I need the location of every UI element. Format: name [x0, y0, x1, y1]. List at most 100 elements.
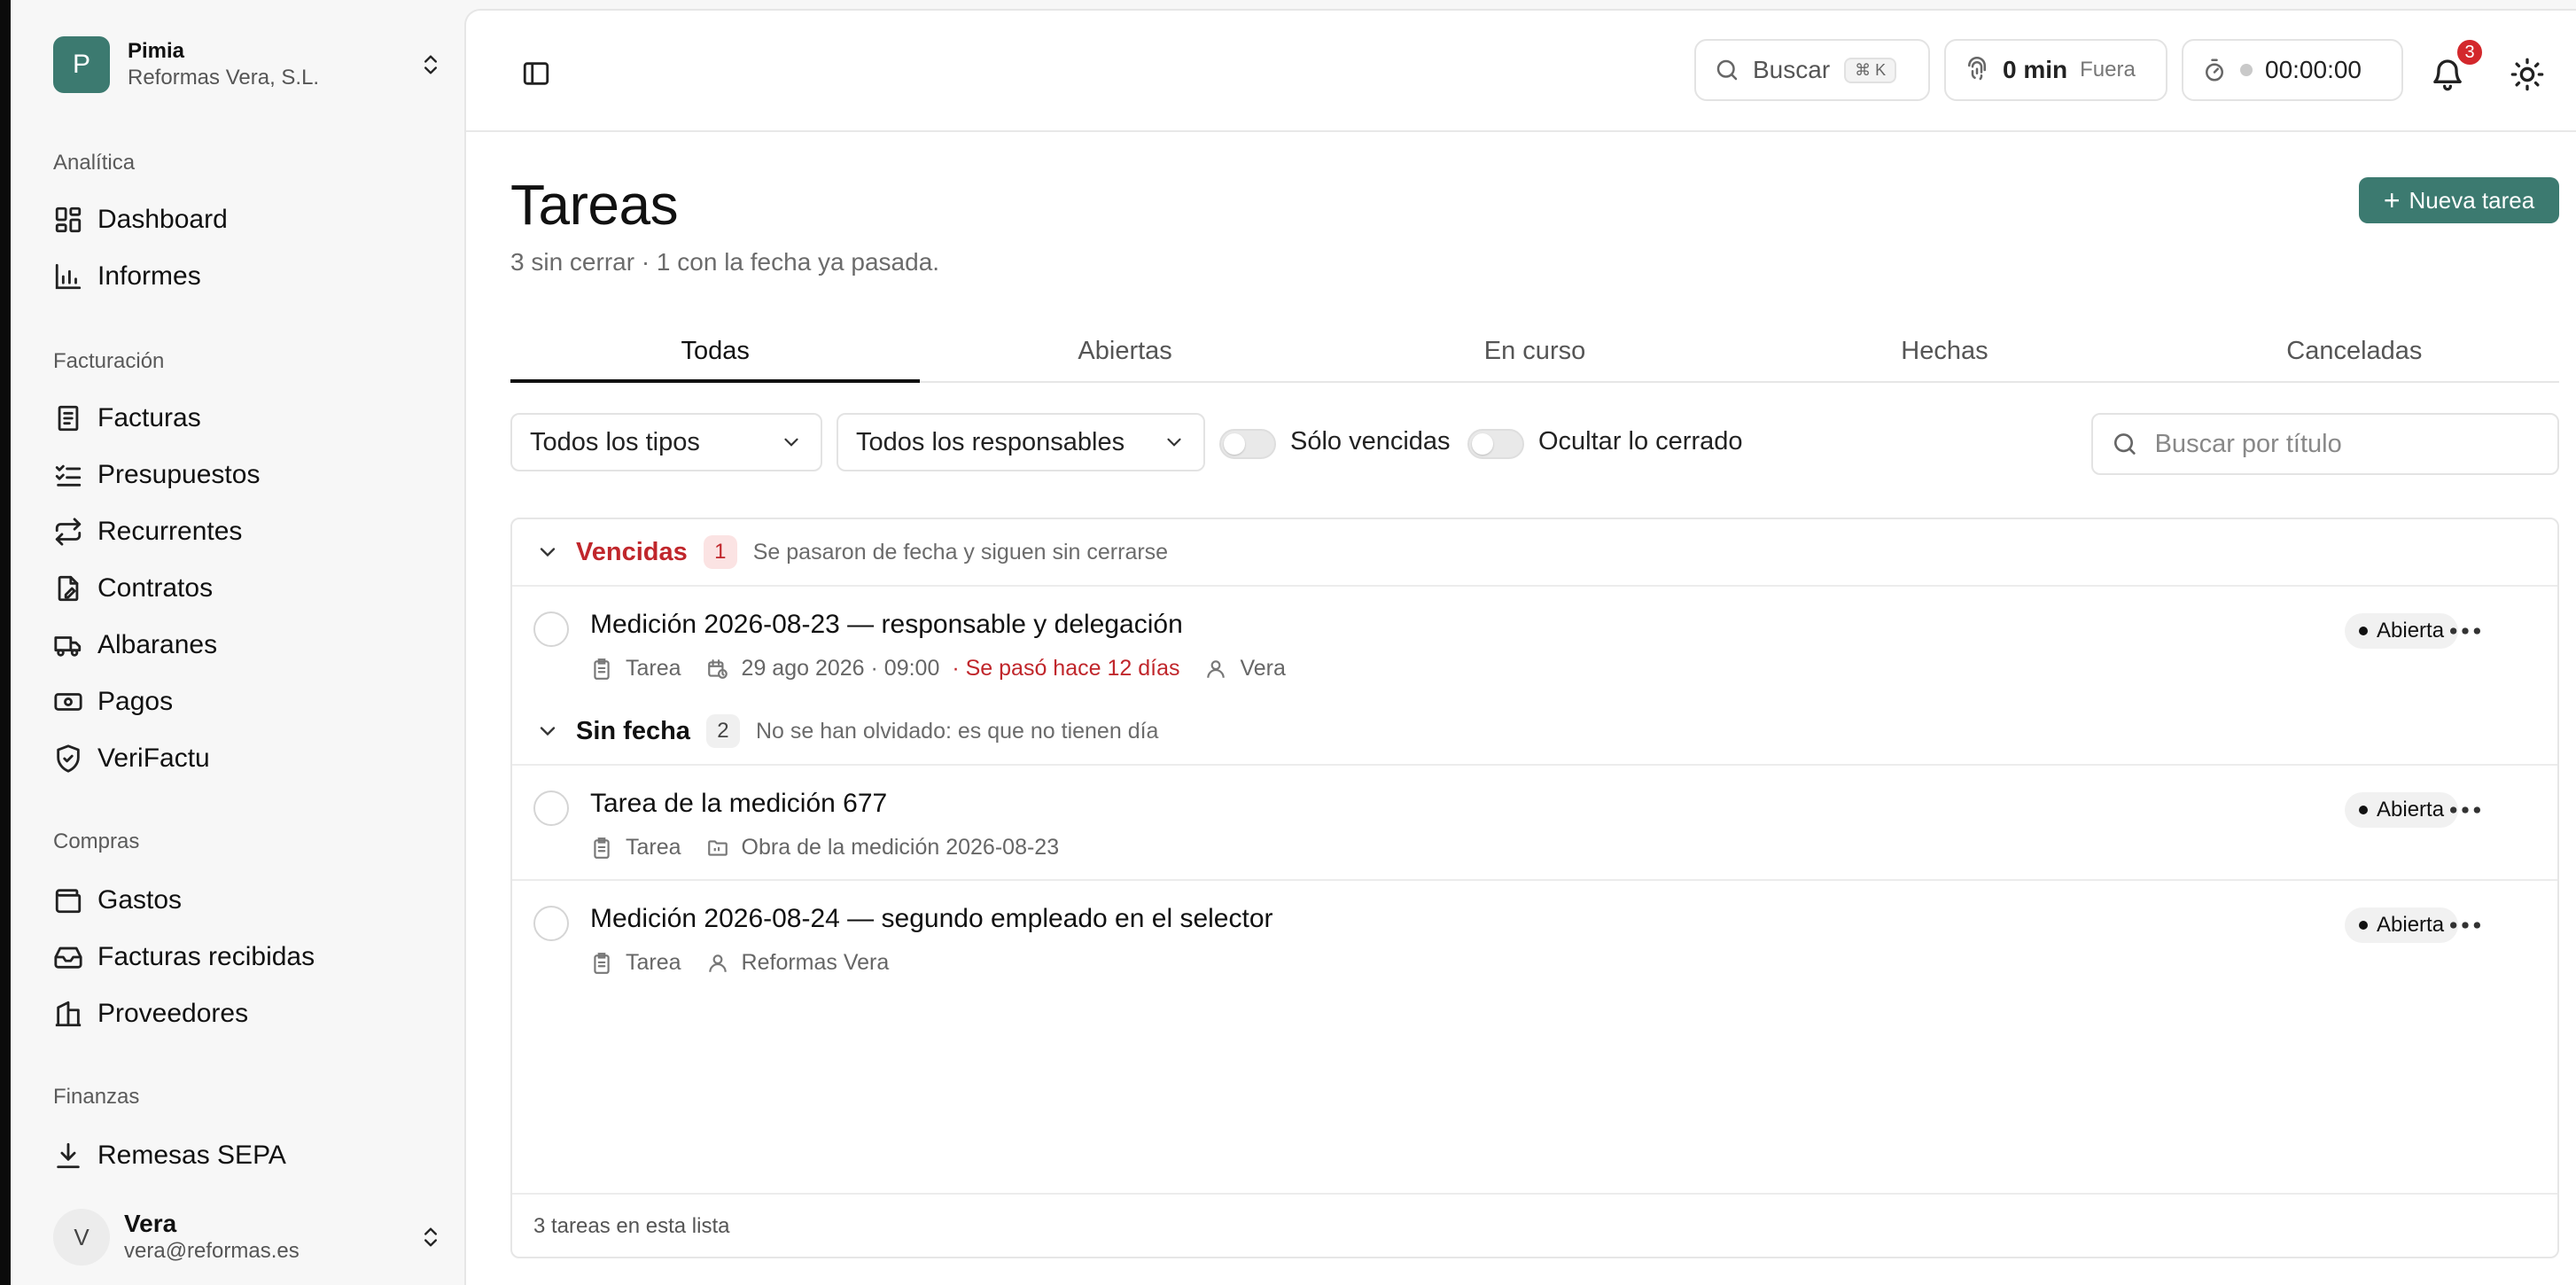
sidebar-item-recurrentes[interactable]: Recurrentes	[53, 509, 443, 555]
status-badge: Abierta	[2345, 613, 2459, 649]
sidebar-item-label: VeriFactu	[97, 744, 210, 773]
user-name: Vera	[124, 1210, 177, 1237]
user-menu[interactable]: V Vera vera@reformas.es	[53, 1202, 443, 1273]
task-project: Obra de la medición 2026-08-23	[741, 835, 1060, 860]
status-label: Abierta	[2377, 913, 2445, 937]
section-label-facturacion: Facturación	[53, 349, 165, 373]
more-options-icon[interactable]	[2448, 913, 2483, 938]
section-label-finanzas: Finanzas	[53, 1085, 140, 1109]
filters-bar: Todos los tipos Todos los responsables S…	[510, 413, 2559, 475]
group-header-vencidas[interactable]: Vencidas 1 Se pasaron de fecha y siguen …	[512, 519, 2557, 585]
org-name: Pimia	[128, 39, 185, 63]
task-row[interactable]: Tarea de la medición 677 Tarea Obra de l…	[512, 766, 2557, 879]
task-complete-checkbox[interactable]	[533, 611, 569, 647]
more-options-icon[interactable]	[2448, 798, 2483, 822]
owner-select[interactable]: Todos los responsables	[837, 413, 1205, 471]
status-label: Abierta	[2377, 798, 2445, 822]
sun-icon[interactable]	[2510, 57, 2545, 92]
sidebar-item-informes[interactable]: Informes	[53, 253, 443, 300]
search-icon	[2113, 433, 2136, 455]
sidebar-item-presupuestos[interactable]: Presupuestos	[53, 452, 443, 498]
task-meta: Tarea Obra de la medición 2026-08-23	[590, 835, 1059, 861]
only-overdue-toggle[interactable]	[1219, 429, 1276, 459]
org-company: Reformas Vera, S.L.	[128, 66, 320, 90]
status-tabs: Todas Abiertas En curso Hechas Cancelada…	[510, 321, 2559, 383]
sidebar-item-label: Proveedores	[97, 999, 249, 1028]
sidebar: P Pimia Reformas Vera, S.L. Analítica Da…	[11, 0, 464, 1285]
sidebar-item-contratos[interactable]: Contratos	[53, 565, 443, 611]
task-overdue-note: · Se pasó hace 12 días	[952, 656, 1180, 681]
sidebar-item-gastos[interactable]: Gastos	[53, 877, 443, 923]
tab-canceladas[interactable]: Canceladas	[2150, 321, 2559, 381]
title-search-field[interactable]	[2091, 413, 2559, 475]
window-edge	[0, 0, 11, 1285]
group-header-sin-fecha[interactable]: Sin fecha 2 No se han olvidado: es que n…	[512, 698, 2557, 764]
org-switcher[interactable]: P Pimia Reformas Vera, S.L.	[53, 35, 443, 94]
task-row[interactable]: Medición 2026-08-24 — segundo empleado e…	[512, 881, 2557, 994]
folder-icon	[707, 839, 728, 856]
task-title[interactable]: Medición 2026-08-23 — responsable y dele…	[590, 610, 1183, 640]
tab-en-curso[interactable]: En curso	[1330, 321, 1739, 381]
hide-closed-toggle[interactable]	[1467, 429, 1524, 459]
task-type: Tarea	[626, 835, 681, 860]
sidebar-item-albaranes[interactable]: Albaranes	[53, 622, 443, 668]
avatar: V	[53, 1209, 110, 1266]
sidebar-item-label: Facturas recibidas	[97, 942, 315, 971]
bar-chart-icon	[55, 263, 82, 290]
global-search-button[interactable]: Buscar ⌘ K	[1694, 39, 1930, 101]
presence-button[interactable]: 0 min Fuera	[1944, 39, 2167, 101]
type-select[interactable]: Todos los tipos	[510, 413, 822, 471]
new-task-button[interactable]: + Nueva tarea	[2359, 177, 2559, 223]
chevron-down-icon	[540, 548, 556, 557]
only-overdue-label: Sólo vencidas	[1290, 427, 1451, 456]
page-title: Tareas	[510, 173, 679, 237]
sidebar-item-remesas-sepa[interactable]: Remesas SEPA	[53, 1133, 443, 1179]
task-type: Tarea	[626, 950, 681, 975]
sidebar-item-proveedores[interactable]: Proveedores	[53, 991, 443, 1037]
search-shortcut: ⌘ K	[1844, 57, 1897, 83]
sidebar-item-dashboard[interactable]: Dashboard	[53, 197, 443, 243]
sidebar-item-label: Dashboard	[97, 205, 228, 234]
tab-abiertas[interactable]: Abiertas	[920, 321, 1329, 381]
invoice-icon	[58, 405, 79, 432]
tab-todas[interactable]: Todas	[510, 321, 921, 383]
sidebar-item-facturas[interactable]: Facturas	[53, 395, 443, 441]
inbox-icon	[54, 946, 82, 969]
group-description: No se han olvidado: es que no tienen día	[755, 718, 1159, 744]
chevron-down-icon	[1167, 438, 1181, 447]
status-badge: Abierta	[2345, 792, 2459, 828]
status-dot	[2359, 627, 2368, 635]
sidebar-item-label: Albaranes	[97, 630, 218, 659]
search-label: Buscar	[1753, 56, 1831, 83]
topbar: Buscar ⌘ K 0 min Fuera 00:00:00 3	[466, 11, 2576, 132]
sidebar-item-verifactu[interactable]: VeriFactu	[53, 736, 443, 782]
user-email: vera@reformas.es	[124, 1239, 300, 1263]
presence-value: 0 min	[2003, 56, 2068, 83]
tab-hechas[interactable]: Hechas	[1739, 321, 2149, 381]
sidebar-item-label: Presupuestos	[97, 460, 261, 489]
clipboard-icon	[594, 952, 610, 974]
task-title[interactable]: Tarea de la medición 677	[590, 789, 887, 819]
task-type: Tarea	[626, 656, 681, 681]
repeat-icon	[55, 518, 82, 546]
status-badge: Abierta	[2345, 907, 2459, 943]
sidebar-item-facturas-recibidas[interactable]: Facturas recibidas	[53, 934, 443, 980]
task-complete-checkbox[interactable]	[533, 906, 569, 941]
more-options-icon[interactable]	[2448, 619, 2483, 643]
page-subtitle: 3 sin cerrar · 1 con la fecha ya pasada.	[510, 248, 940, 276]
checklist-icon	[55, 464, 82, 487]
group-count: 1	[703, 535, 737, 569]
dashboard-icon	[55, 206, 82, 233]
chevron-down-icon	[784, 438, 798, 447]
title-search-input[interactable]	[2154, 429, 2540, 459]
timer-button[interactable]: 00:00:00	[2182, 39, 2403, 101]
chevrons-up-down-icon	[424, 1227, 437, 1247]
sidebar-item-pagos[interactable]: Pagos	[53, 679, 443, 725]
task-complete-checkbox[interactable]	[533, 790, 569, 826]
fingerprint-icon	[1968, 57, 1986, 81]
sidebar-toggle-icon[interactable]	[521, 58, 551, 89]
sidebar-item-label: Pagos	[97, 687, 174, 716]
task-title[interactable]: Medición 2026-08-24 — segundo empleado e…	[590, 904, 1273, 934]
wallet-icon	[55, 889, 82, 914]
task-row[interactable]: Medición 2026-08-23 — responsable y dele…	[512, 587, 2557, 700]
